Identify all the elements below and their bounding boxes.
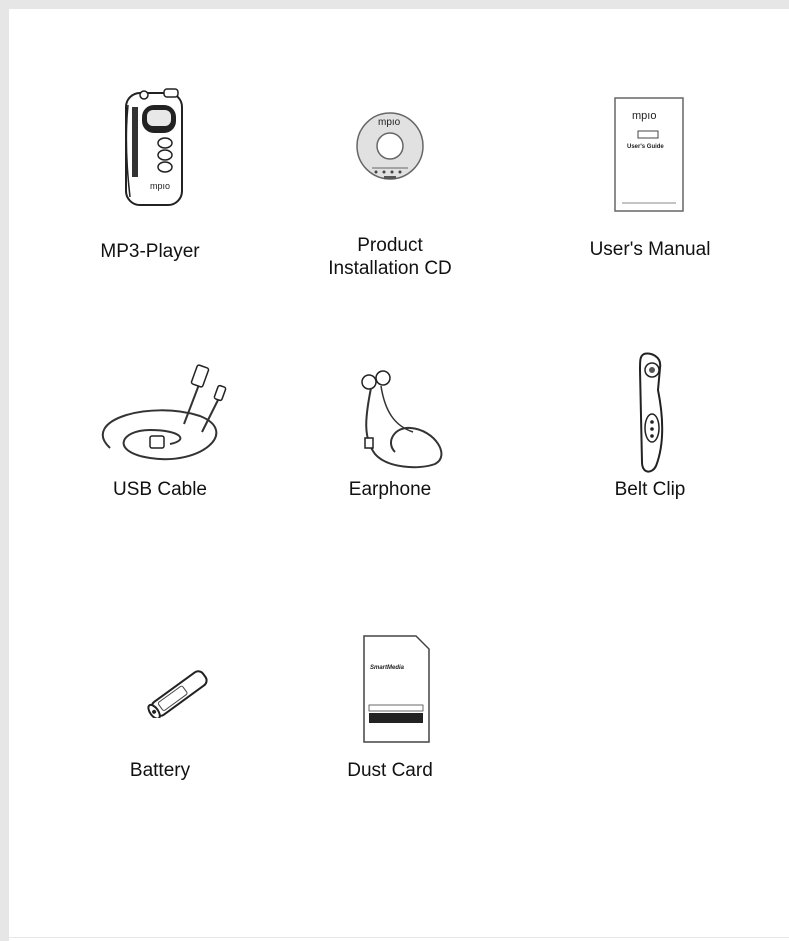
item-installation-cd: mpıo Product Installation CD bbox=[310, 90, 470, 290]
mp3-player-brand: mpıo bbox=[150, 181, 170, 191]
manual-title: User's Guide bbox=[627, 144, 664, 150]
page-frame-bottom bbox=[9, 937, 789, 938]
item-battery: Battery bbox=[90, 660, 230, 790]
page-frame-top bbox=[0, 0, 789, 9]
item-label: Battery bbox=[129, 760, 191, 781]
item-label: Product Installation CD bbox=[328, 235, 452, 279]
cd-brand: mpıo bbox=[378, 117, 401, 128]
dust-card-brand: SmartMedia bbox=[370, 665, 405, 671]
item-mp3-player: mpıo MP3-Player bbox=[80, 85, 220, 270]
page-frame-left bbox=[0, 0, 9, 941]
item-label: MP3-Player bbox=[100, 241, 200, 262]
dust-card-icon: SmartMedia bbox=[363, 635, 430, 743]
manual-icon: mpıo User's Guide bbox=[614, 97, 684, 212]
item-label: User's Manual bbox=[589, 239, 711, 260]
item-label: Belt Clip bbox=[614, 479, 686, 500]
item-label: Dust Card bbox=[347, 760, 433, 781]
cd-icon: mpıo bbox=[356, 112, 424, 180]
item-belt-clip: Belt Clip bbox=[580, 350, 720, 510]
item-usb-cable: USB Cable bbox=[70, 360, 250, 510]
item-earphone: Earphone bbox=[320, 360, 460, 510]
mp3-player-icon: mpıo bbox=[125, 88, 183, 206]
manual-brand: mpıo bbox=[632, 110, 656, 122]
earphone-icon bbox=[361, 370, 443, 469]
item-dust-card: SmartMedia Dust Card bbox=[320, 635, 460, 795]
item-label: Earphone bbox=[348, 479, 432, 500]
item-users-manual: mpıo User's Guide User's Manual bbox=[570, 90, 730, 270]
battery-icon bbox=[147, 670, 208, 718]
belt-clip-icon bbox=[638, 352, 664, 473]
item-label: USB Cable bbox=[113, 479, 207, 500]
usb-cable-icon bbox=[101, 364, 227, 461]
